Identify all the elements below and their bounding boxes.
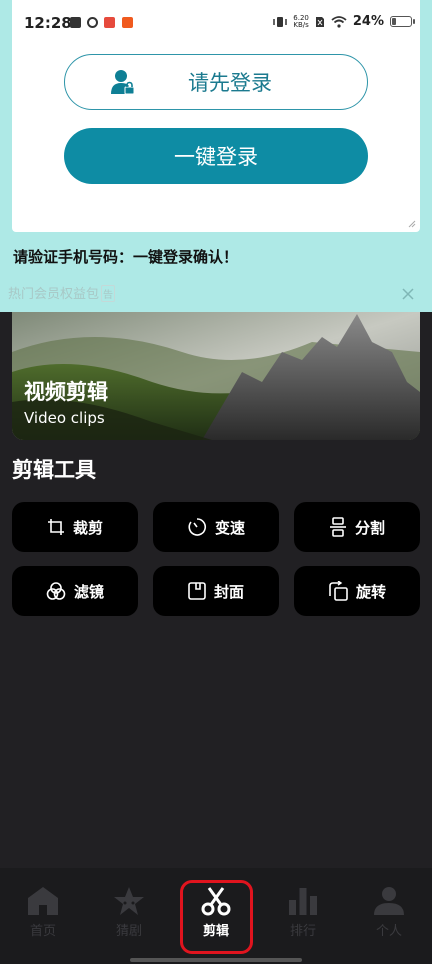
star-icon bbox=[114, 887, 144, 915]
rotate-icon bbox=[329, 581, 348, 601]
tool-rotate-button[interactable]: 旋转 bbox=[294, 566, 420, 616]
status-right: 6.20 KB/s 24% bbox=[273, 14, 415, 29]
banner-title: 视频剪辑 bbox=[24, 380, 108, 404]
tool-label: 分割 bbox=[354, 518, 385, 537]
crop-icon bbox=[47, 519, 64, 535]
login-first-button[interactable]: 请先登录 bbox=[64, 54, 368, 110]
nav-label: 个人 bbox=[375, 924, 402, 939]
bar-chart-icon bbox=[289, 888, 317, 915]
status-bar: 12:28 6.20 KB/s 24% bbox=[0, 0, 432, 50]
battery-icon bbox=[390, 16, 415, 27]
tool-cover-button[interactable]: 封面 bbox=[153, 566, 279, 616]
verify-phone-text: 请验证手机号码：一键登录确认！ bbox=[13, 248, 239, 266]
resize-grip-icon bbox=[408, 220, 416, 228]
shop-app-icon bbox=[104, 17, 115, 28]
link-app-icon bbox=[87, 17, 98, 28]
home-indicator[interactable] bbox=[130, 958, 302, 962]
one-click-login-label: 一键登录 bbox=[174, 145, 258, 169]
one-click-login-button[interactable]: 一键登录 bbox=[64, 128, 368, 184]
status-time: 12:28 bbox=[24, 14, 72, 32]
split-icon bbox=[329, 517, 346, 537]
wifi-icon bbox=[331, 15, 347, 28]
speed-icon bbox=[188, 518, 206, 536]
nav-home[interactable]: 首页 bbox=[3, 886, 83, 948]
person-icon bbox=[374, 887, 404, 915]
tool-speed-button[interactable]: 变速 bbox=[153, 502, 279, 552]
promo-banner[interactable]: 热门会员权益包告 bbox=[8, 283, 116, 302]
tools-section-title: 剪辑工具 bbox=[12, 458, 96, 482]
orange-app-icon bbox=[122, 17, 133, 28]
net-speed-unit: KB/s bbox=[293, 20, 309, 29]
tool-label: 旋转 bbox=[355, 582, 386, 601]
tool-crop-button[interactable]: 裁剪 bbox=[12, 502, 138, 552]
home-icon bbox=[28, 887, 58, 915]
nav-guess-drama[interactable]: 猜剧 bbox=[89, 886, 169, 948]
close-icon[interactable] bbox=[402, 288, 414, 300]
nav-label: 首页 bbox=[29, 924, 56, 939]
nav-ranking[interactable]: 排行 bbox=[263, 886, 343, 948]
tool-label: 封面 bbox=[213, 582, 244, 601]
login-first-label: 请先登录 bbox=[188, 71, 272, 95]
user-lock-icon bbox=[111, 70, 135, 95]
tool-label: 滤镜 bbox=[73, 582, 104, 601]
nav-profile[interactable]: 个人 bbox=[349, 886, 429, 948]
play-app-icon bbox=[70, 17, 81, 28]
filter-icon bbox=[46, 582, 66, 600]
tool-label: 裁剪 bbox=[72, 518, 103, 537]
sim-icon bbox=[315, 16, 324, 27]
active-tab-highlight bbox=[180, 880, 253, 954]
battery-fill bbox=[392, 18, 396, 25]
video-clips-banner[interactable]: 视频剪辑 Video clips bbox=[12, 312, 420, 440]
promo-text: 热门会员权益包 bbox=[8, 287, 100, 302]
tool-label: 变速 bbox=[214, 518, 245, 537]
nav-label: 排行 bbox=[289, 924, 316, 939]
tool-split-button[interactable]: 分割 bbox=[294, 502, 420, 552]
nav-label: 猜剧 bbox=[115, 924, 142, 939]
vibrate-icon bbox=[273, 16, 288, 27]
ad-badge: 告 bbox=[101, 285, 116, 302]
banner-subtitle: Video clips bbox=[24, 409, 105, 427]
cover-icon bbox=[188, 582, 206, 600]
battery-text: 24% bbox=[352, 14, 384, 29]
net-speed: 6.20 KB/s bbox=[293, 14, 309, 29]
tool-filter-button[interactable]: 滤镜 bbox=[12, 566, 138, 616]
